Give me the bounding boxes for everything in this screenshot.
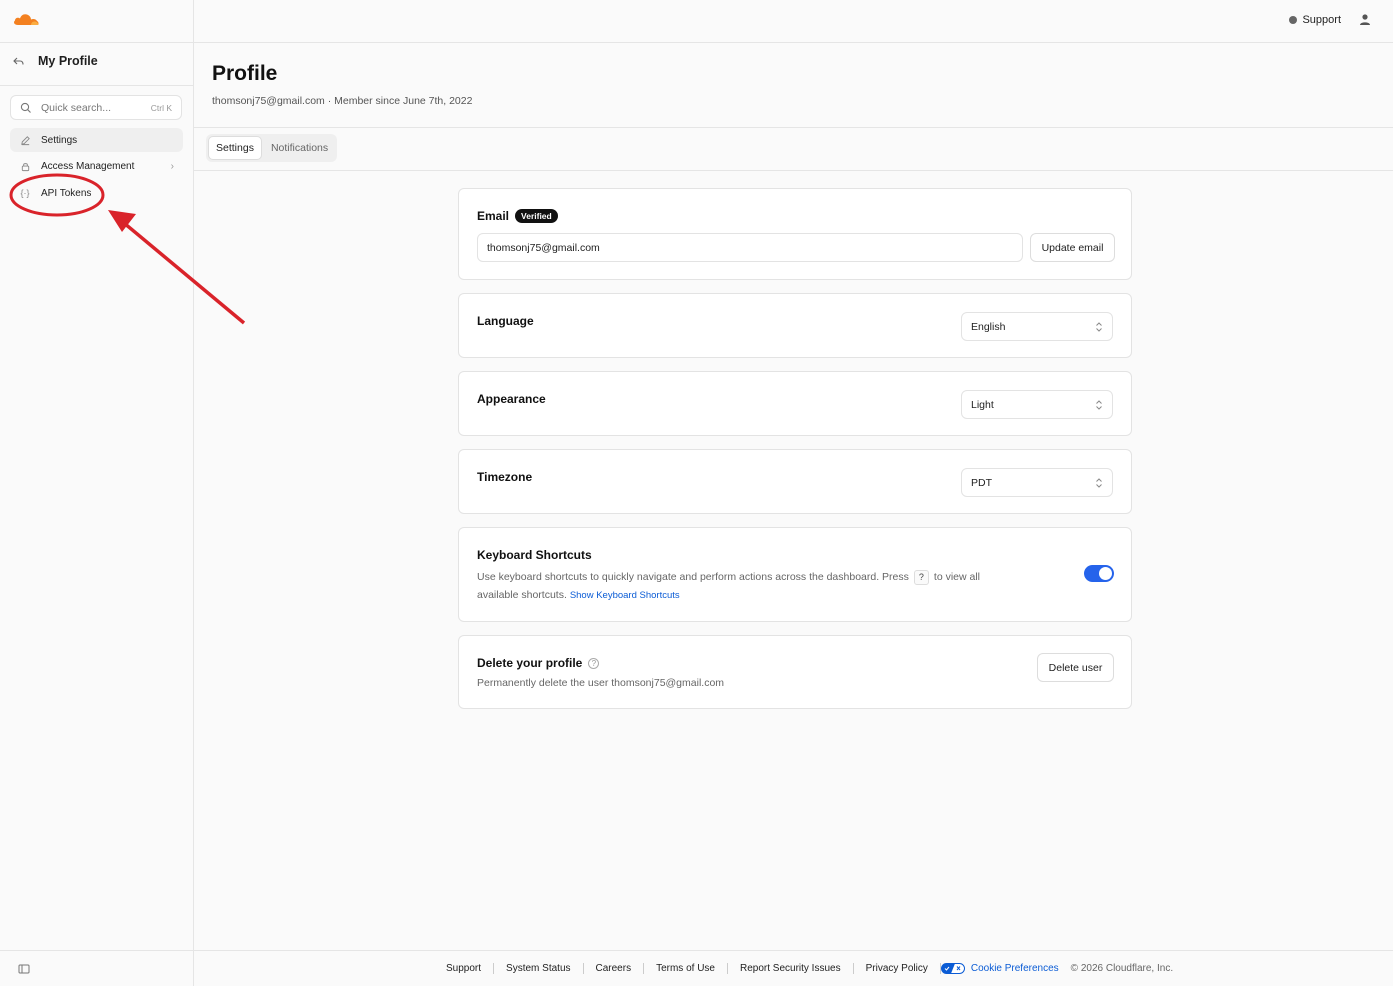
- language-value: English: [971, 320, 1006, 333]
- support-label: Support: [1302, 14, 1341, 26]
- delete-description: Permanently delete the user thomsonj75@g…: [477, 677, 725, 689]
- shortcuts-desc-text-2: to view all: [933, 571, 981, 583]
- shortcut-key: ?: [913, 570, 929, 585]
- support-menu[interactable]: Support: [1289, 14, 1341, 26]
- topbar: Support: [194, 0, 1393, 43]
- timezone-card: Timezone PDT: [458, 449, 1132, 514]
- user-icon[interactable]: [1359, 13, 1371, 26]
- tab-notifications[interactable]: Notifications: [264, 136, 335, 160]
- appearance-title: Appearance: [477, 392, 546, 406]
- page-title: Profile: [212, 62, 278, 85]
- cookie-preferences-link[interactable]: Cookie Preferences: [940, 963, 1059, 974]
- sidebar-item-label: Settings: [41, 134, 78, 146]
- email-title-label: Email: [477, 209, 510, 223]
- chevron-updown-icon: [1095, 321, 1103, 333]
- language-select[interactable]: English: [961, 312, 1113, 341]
- sidebar-item-api-tokens[interactable]: {·} API Tokens: [10, 181, 183, 205]
- email-card: Email Verified Update email: [458, 188, 1132, 280]
- footer-links: Support System Status Careers Terms of U…: [434, 963, 1173, 974]
- sidebar-item-settings[interactable]: Settings: [10, 128, 183, 152]
- sidebar-footer: [0, 950, 193, 986]
- footer: Support System Status Careers Terms of U…: [194, 950, 1393, 986]
- chevron-updown-icon: [1095, 399, 1103, 411]
- sidebar: My Profile Quick search... Ctrl K Settin…: [0, 0, 194, 986]
- sidebar-toggle-icon[interactable]: [18, 963, 30, 975]
- shortcuts-desc-text: Use keyboard shortcuts to quickly naviga…: [477, 571, 909, 583]
- cloudflare-logo[interactable]: [12, 12, 40, 26]
- footer-link-privacy[interactable]: Privacy Policy: [854, 963, 941, 974]
- shortcuts-desc-line2: available shortcuts.: [477, 589, 567, 601]
- verified-badge: Verified: [515, 209, 558, 223]
- chevron-right-icon: ›: [170, 160, 174, 172]
- quick-search[interactable]: Quick search... Ctrl K: [10, 95, 182, 120]
- appearance-select[interactable]: Light: [961, 390, 1113, 419]
- footer-link-security[interactable]: Report Security Issues: [728, 963, 854, 974]
- shortcuts-toggle[interactable]: [1084, 565, 1114, 582]
- show-shortcuts-link[interactable]: Show Keyboard Shortcuts: [570, 590, 680, 601]
- pencil-icon: [19, 134, 31, 146]
- search-icon: [20, 102, 32, 114]
- language-card: Language English: [458, 293, 1132, 358]
- footer-link-careers[interactable]: Careers: [584, 963, 645, 974]
- tab-list: Settings Notifications: [206, 134, 338, 162]
- sidebar-item-access-management[interactable]: Access Management ›: [10, 154, 183, 178]
- email-title: Email Verified: [477, 209, 558, 223]
- back-to-account[interactable]: My Profile: [12, 54, 98, 68]
- appearance-card: Appearance Light: [458, 371, 1132, 436]
- logo-bar: [0, 0, 193, 43]
- appearance-value: Light: [971, 398, 994, 411]
- back-arrow-icon: [12, 55, 25, 68]
- update-email-button[interactable]: Update email: [1030, 233, 1115, 262]
- page-subtitle: thomsonj75@gmail.com · Member since June…: [212, 95, 473, 107]
- footer-link-system-status[interactable]: System Status: [494, 963, 584, 974]
- lock-icon: [19, 160, 31, 172]
- chevron-updown-icon: [1095, 477, 1103, 489]
- tabs-bar: Settings Notifications: [194, 127, 1393, 171]
- help-icon[interactable]: ?: [588, 658, 600, 669]
- braces-icon: {·}: [20, 188, 30, 198]
- shortcuts-title: Keyboard Shortcuts: [477, 548, 592, 562]
- search-placeholder: Quick search...: [41, 101, 112, 114]
- toggle-knob: [1099, 567, 1112, 580]
- divider: [0, 85, 193, 86]
- section-title: My Profile: [38, 54, 98, 68]
- keyboard-shortcuts-card: Keyboard Shortcuts Use keyboard shortcut…: [458, 527, 1132, 622]
- delete-profile-card: Delete your profile? Permanently delete …: [458, 635, 1132, 709]
- delete-title-label: Delete your profile: [477, 656, 583, 670]
- timezone-select[interactable]: PDT: [961, 468, 1113, 497]
- timezone-title: Timezone: [477, 470, 533, 484]
- language-title: Language: [477, 314, 534, 328]
- tab-settings[interactable]: Settings: [208, 136, 262, 160]
- privacy-choices-icon: [940, 963, 965, 974]
- help-circle-icon: [1289, 16, 1298, 24]
- timezone-value: PDT: [971, 476, 992, 489]
- email-input[interactable]: [477, 233, 1023, 262]
- footer-link-support[interactable]: Support: [434, 963, 495, 974]
- search-shortcut: Ctrl K: [150, 102, 172, 113]
- cookie-label: Cookie Preferences: [970, 963, 1059, 974]
- footer-link-terms[interactable]: Terms of Use: [644, 963, 728, 974]
- sidebar-item-label: API Tokens: [41, 187, 92, 199]
- shortcuts-description: Use keyboard shortcuts to quickly naviga…: [477, 568, 1037, 605]
- copyright: © 2026 Cloudflare, Inc.: [1070, 963, 1174, 974]
- delete-title: Delete your profile?: [477, 656, 600, 670]
- delete-user-button[interactable]: Delete user: [1037, 653, 1114, 682]
- sidebar-item-label: Access Management: [41, 160, 135, 172]
